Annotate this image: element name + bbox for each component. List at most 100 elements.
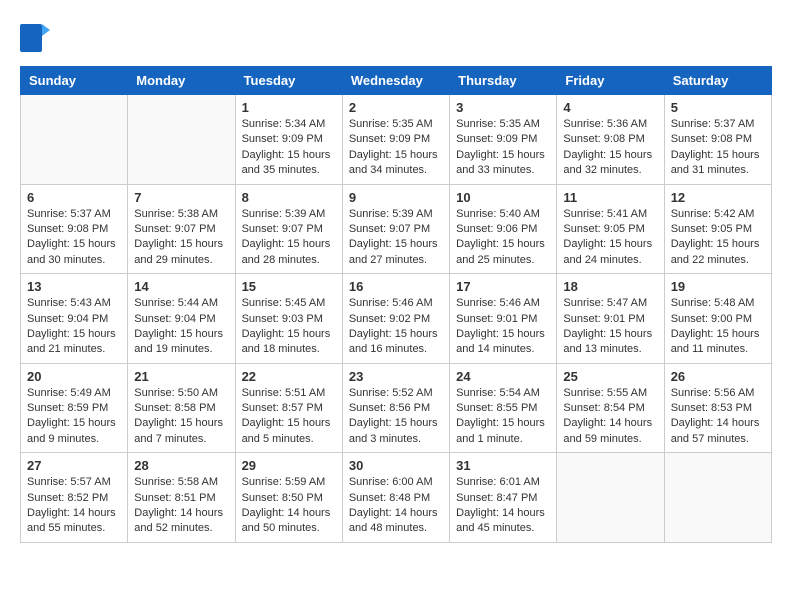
calendar-cell: 25Sunrise: 5:55 AMSunset: 8:54 PMDayligh…	[557, 363, 664, 453]
day-number: 9	[349, 190, 443, 205]
calendar-cell: 20Sunrise: 5:49 AMSunset: 8:59 PMDayligh…	[21, 363, 128, 453]
sunset-text: Sunset: 9:06 PM	[456, 222, 550, 237]
sunset-text: Sunset: 8:58 PM	[134, 401, 228, 416]
sunrise-text: Sunrise: 5:39 AM	[242, 207, 336, 222]
sunrise-text: Sunrise: 5:34 AM	[242, 117, 336, 132]
daylight-text: Daylight: 15 hours and 24 minutes.	[563, 237, 657, 268]
day-number: 12	[671, 190, 765, 205]
calendar-cell: 27Sunrise: 5:57 AMSunset: 8:52 PMDayligh…	[21, 453, 128, 543]
daylight-text: Daylight: 15 hours and 31 minutes.	[671, 148, 765, 179]
calendar-cell: 30 Sunrise: 6:00 AMSunset: 8:48 PMDayligh…	[342, 453, 449, 543]
calendar-cell: 11Sunrise: 5:41 AMSunset: 9:05 PMDayligh…	[557, 184, 664, 274]
day-number: 21	[134, 369, 228, 384]
sunset-text: Sunset: 8:48 PM	[349, 491, 443, 506]
calendar-cell: 3Sunrise: 5:35 AMSunset: 9:09 PMDaylight…	[450, 95, 557, 185]
daylight-text: Daylight: 14 hours and 59 minutes.	[563, 416, 657, 447]
sunset-text: Sunset: 9:08 PM	[563, 132, 657, 147]
sunset-text: Sunset: 9:01 PM	[456, 312, 550, 327]
day-number: 5	[671, 100, 765, 115]
calendar-cell: 1 Sunrise: 5:34 AMSunset: 9:09 PMDaylight…	[235, 95, 342, 185]
day-number: 16	[349, 279, 443, 294]
day-number: 24	[456, 369, 550, 384]
day-number: 20	[27, 369, 121, 384]
day-number: 7	[134, 190, 228, 205]
sunrise-text: Sunrise: 5:49 AM	[27, 386, 121, 401]
sunset-text: Sunset: 9:03 PM	[242, 312, 336, 327]
sunset-text: Sunset: 9:07 PM	[349, 222, 443, 237]
sunset-text: Sunset: 9:04 PM	[134, 312, 228, 327]
daylight-text: Daylight: 15 hours and 9 minutes.	[27, 416, 121, 447]
daylight-text: Daylight: 15 hours and 29 minutes.	[134, 237, 228, 268]
calendar-cell: 6Sunrise: 5:37 AMSunset: 9:08 PMDaylight…	[21, 184, 128, 274]
daylight-text: Daylight: 15 hours and 13 minutes.	[563, 327, 657, 358]
sunset-text: Sunset: 9:09 PM	[456, 132, 550, 147]
calendar-cell: 31Sunrise: 6:01 AMSunset: 8:47 PMDayligh…	[450, 453, 557, 543]
day-number: 25	[563, 369, 657, 384]
sunrise-text: Sunrise: 5:54 AM	[456, 386, 550, 401]
sunset-text: Sunset: 9:09 PM	[242, 132, 336, 147]
calendar-week-row: 20Sunrise: 5:49 AMSunset: 8:59 PMDayligh…	[21, 363, 772, 453]
day-number: 11	[563, 190, 657, 205]
calendar-cell: 15Sunrise: 5:45 AMSunset: 9:03 PMDayligh…	[235, 274, 342, 364]
sunrise-text: Sunrise: 6:00 AM	[349, 475, 443, 490]
calendar-cell: 8 Sunrise: 5:39 AMSunset: 9:07 PMDaylight…	[235, 184, 342, 274]
day-number: 22	[242, 369, 336, 384]
sunrise-text: Sunrise: 5:37 AM	[671, 117, 765, 132]
sunrise-text: Sunrise: 5:40 AM	[456, 207, 550, 222]
day-header-wednesday: Wednesday	[342, 67, 449, 95]
daylight-text: Daylight: 15 hours and 14 minutes.	[456, 327, 550, 358]
daylight-text: Daylight: 15 hours and 27 minutes.	[349, 237, 443, 268]
calendar-cell	[557, 453, 664, 543]
calendar-table: SundayMondayTuesdayWednesdayThursdayFrid…	[20, 66, 772, 543]
daylight-text: Daylight: 15 hours and 30 minutes.	[27, 237, 121, 268]
sunset-text: Sunset: 9:02 PM	[349, 312, 443, 327]
sunset-text: Sunset: 8:54 PM	[563, 401, 657, 416]
sunset-text: Sunset: 9:08 PM	[27, 222, 121, 237]
day-number: 19	[671, 279, 765, 294]
calendar-cell: 24Sunrise: 5:54 AMSunset: 8:55 PMDayligh…	[450, 363, 557, 453]
day-number: 13	[27, 279, 121, 294]
daylight-text: Daylight: 14 hours and 48 minutes.	[349, 506, 443, 537]
daylight-text: Daylight: 15 hours and 25 minutes.	[456, 237, 550, 268]
sunrise-text: Sunrise: 5:58 AM	[134, 475, 228, 490]
calendar-cell: 12Sunrise: 5:42 AMSunset: 9:05 PMDayligh…	[664, 184, 771, 274]
calendar-cell: 4Sunrise: 5:36 AMSunset: 9:08 PMDaylight…	[557, 95, 664, 185]
day-number: 8	[242, 190, 336, 205]
sunset-text: Sunset: 9:07 PM	[242, 222, 336, 237]
daylight-text: Daylight: 15 hours and 35 minutes.	[242, 148, 336, 179]
calendar-cell: 28Sunrise: 5:58 AMSunset: 8:51 PMDayligh…	[128, 453, 235, 543]
calendar-cell: 18Sunrise: 5:47 AMSunset: 9:01 PMDayligh…	[557, 274, 664, 364]
calendar-header-row: SundayMondayTuesdayWednesdayThursdayFrid…	[21, 67, 772, 95]
daylight-text: Daylight: 14 hours and 50 minutes.	[242, 506, 336, 537]
day-number: 18	[563, 279, 657, 294]
daylight-text: Daylight: 15 hours and 22 minutes.	[671, 237, 765, 268]
sunrise-text: Sunrise: 6:01 AM	[456, 475, 550, 490]
sunrise-text: Sunrise: 5:52 AM	[349, 386, 443, 401]
calendar-cell	[21, 95, 128, 185]
day-number: 1	[242, 100, 336, 115]
sunrise-text: Sunrise: 5:43 AM	[27, 296, 121, 311]
sunrise-text: Sunrise: 5:47 AM	[563, 296, 657, 311]
sunset-text: Sunset: 8:53 PM	[671, 401, 765, 416]
calendar-cell	[664, 453, 771, 543]
day-number: 15	[242, 279, 336, 294]
calendar-cell: 10Sunrise: 5:40 AMSunset: 9:06 PMDayligh…	[450, 184, 557, 274]
day-number: 26	[671, 369, 765, 384]
daylight-text: Daylight: 15 hours and 28 minutes.	[242, 237, 336, 268]
sunrise-text: Sunrise: 5:57 AM	[27, 475, 121, 490]
day-number: 17	[456, 279, 550, 294]
calendar-cell: 13Sunrise: 5:43 AMSunset: 9:04 PMDayligh…	[21, 274, 128, 364]
daylight-text: Daylight: 15 hours and 5 minutes.	[242, 416, 336, 447]
calendar-cell: 9Sunrise: 5:39 AMSunset: 9:07 PMDaylight…	[342, 184, 449, 274]
sunrise-text: Sunrise: 5:41 AM	[563, 207, 657, 222]
sunrise-text: Sunrise: 5:50 AM	[134, 386, 228, 401]
day-number: 30	[349, 458, 443, 473]
calendar-week-row: 13 Sunrise: 5:43 AM Sunset: 9:04 PM Dayligh…	[21, 274, 772, 364]
sunrise-text: Sunrise: 5:42 AM	[671, 207, 765, 222]
calendar-cell: 14Sunrise: 5:44 AMSunset: 9:04 PMDayligh…	[128, 274, 235, 364]
day-number: 31	[456, 458, 550, 473]
sunrise-text: Sunrise: 5:36 AM	[563, 117, 657, 132]
sunset-text: Sunset: 8:51 PM	[134, 491, 228, 506]
daylight-text: Daylight: 15 hours and 11 minutes.	[671, 327, 765, 358]
calendar-cell: 7Sunrise: 5:38 AMSunset: 9:07 PMDaylight…	[128, 184, 235, 274]
